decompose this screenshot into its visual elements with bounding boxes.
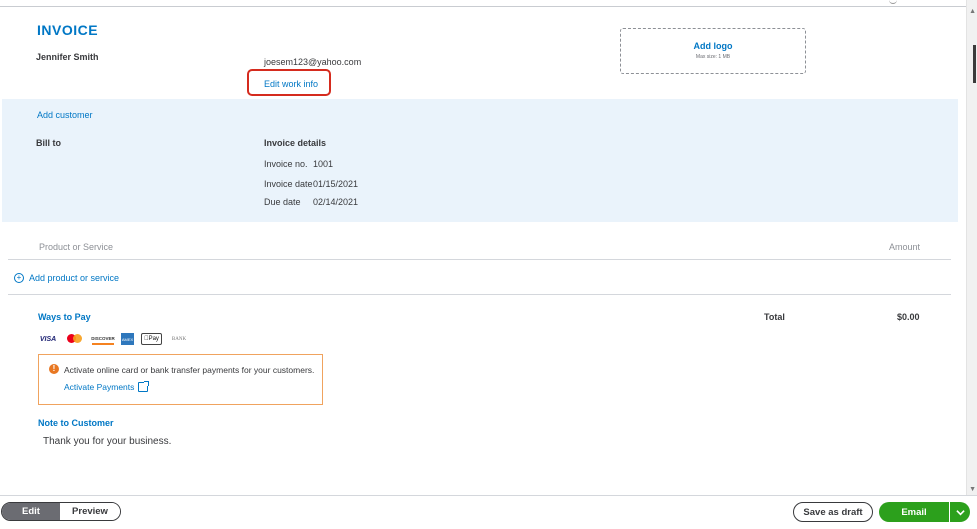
column-product-header: Product or Service [39,242,114,252]
apple-pay-label: Pay [146,336,159,342]
invoice-details-heading: Invoice details [264,138,327,148]
preview-tab[interactable]: Preview [60,503,120,520]
bill-to-label: Bill to [36,138,61,148]
invoice-title: INVOICE [37,22,99,38]
note-to-customer-text[interactable]: Thank you for your business. [43,436,171,447]
activate-payments-alert: ! Activate online card or bank transfer … [38,354,323,405]
edit-tab[interactable]: Edit [2,503,60,520]
due-date-label: Due date [264,197,301,207]
partial-icon [889,0,897,4]
amex-icon: AMEX [121,333,134,345]
header-divider [8,259,951,260]
due-date-value[interactable]: 02/14/2021 [313,197,358,207]
add-logo-dropzone[interactable]: Add logo Max size: 1 MB [620,28,806,74]
scrollbar-thumb[interactable] [973,45,976,83]
apple-pay-icon: Pay [141,333,162,345]
column-amount-header: Amount [889,242,921,252]
email-options-button[interactable] [950,502,970,522]
visa-icon: VISA [39,335,57,343]
mastercard-icon [65,333,85,345]
edit-work-info-highlight[interactable]: Edit work info [247,69,331,96]
add-product-button[interactable]: + Add product or service [14,273,119,283]
invoice-date-value[interactable]: 01/15/2021 [313,179,358,189]
company-name: Jennifer Smith [36,52,99,62]
total-label: Total [764,312,785,322]
alert-text: Activate online card or bank transfer pa… [64,365,315,375]
edit-preview-toggle[interactable]: Edit Preview [1,502,121,521]
activate-payments-label[interactable]: Activate Payments [64,382,134,392]
scroll-down-arrow-icon[interactable]: ▼ [969,486,976,493]
invoice-date-label: Invoice date [264,179,313,189]
discover-icon: DISCOVER [91,333,115,345]
add-customer-link[interactable]: Add customer [37,110,93,120]
note-to-customer-label: Note to Customer [38,418,114,428]
top-divider [0,6,966,7]
invoice-no-label: Invoice no. [264,159,308,169]
save-as-draft-button[interactable]: Save as draft [793,502,873,522]
external-link-icon[interactable] [138,381,150,392]
activate-payments-link[interactable]: Activate Payments [64,381,150,392]
plus-circle-icon: + [14,273,24,283]
email-button[interactable]: Email [879,502,949,522]
ways-to-pay-heading: Ways to Pay [38,312,91,322]
chevron-down-icon [955,509,965,515]
scroll-up-arrow-icon[interactable]: ▲ [969,8,976,15]
add-logo-label[interactable]: Add logo [621,41,805,51]
bank-icon: BANK [171,336,187,342]
edit-work-info-link[interactable]: Edit work info [264,79,318,89]
add-product-label[interactable]: Add product or service [29,273,119,283]
customer-panel [2,99,958,222]
total-value: $0.00 [897,312,920,322]
invoice-no-value[interactable]: 1001 [313,159,333,169]
payment-methods: VISA DISCOVER AMEX Pay BANK [38,333,189,345]
lines-divider [8,294,951,295]
logo-max-size: Max size: 1 MB [695,54,731,60]
company-email: joesem123@yahoo.com [264,57,362,67]
warning-icon: ! [49,364,59,374]
